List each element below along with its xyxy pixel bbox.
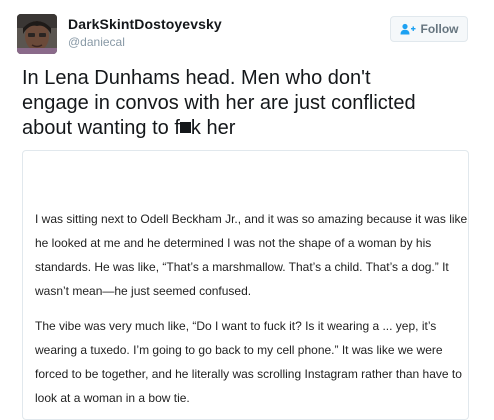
tweet-text-tail: k her	[190, 117, 236, 139]
tweet-text-line: about wanting to f	[22, 117, 180, 139]
quote-line: I was sitting next to Odell Beckham Jr.,…	[35, 212, 468, 226]
author-handle[interactable]: @daniecal	[68, 35, 125, 49]
tweet-text-line: In Lena Dunhams head. Men who don't	[22, 67, 371, 89]
quote-paragraph-1: I was sitting next to Odell Beckham Jr.,…	[35, 207, 468, 303]
quote-paragraph-2: The vibe was very much like, “Do I want …	[35, 314, 462, 410]
quote-line: wearing a tuxedo. I’m going to go back t…	[35, 343, 443, 357]
quote-line: he looked at me and he determined I was …	[35, 236, 432, 250]
attached-image[interactable]: I was sitting next to Odell Beckham Jr.,…	[22, 150, 469, 420]
quote-line: standards. He was like, “That’s a marshm…	[35, 260, 449, 274]
follow-button[interactable]: Follow	[390, 16, 468, 42]
quote-line: The vibe was very much like, “Do I want …	[35, 319, 437, 333]
quote-line: forced to be together, and he literally …	[35, 367, 462, 381]
avatar-photo	[17, 14, 57, 54]
tweet-text-line: engage in convos with her are just confl…	[22, 92, 416, 114]
follow-button-label: Follow	[420, 22, 459, 36]
author-display-name[interactable]: DarkSkintDostoyevsky	[68, 16, 222, 32]
quote-line: look at a woman in a bow tie.	[35, 391, 190, 405]
tweet-text: In Lena Dunhams head. Men who don't enga…	[22, 66, 478, 141]
avatar[interactable]	[17, 14, 57, 54]
quote-line: wasn’t mean—he just seemed confused.	[35, 284, 252, 298]
censor-block	[179, 122, 191, 133]
add-person-icon	[400, 23, 415, 35]
